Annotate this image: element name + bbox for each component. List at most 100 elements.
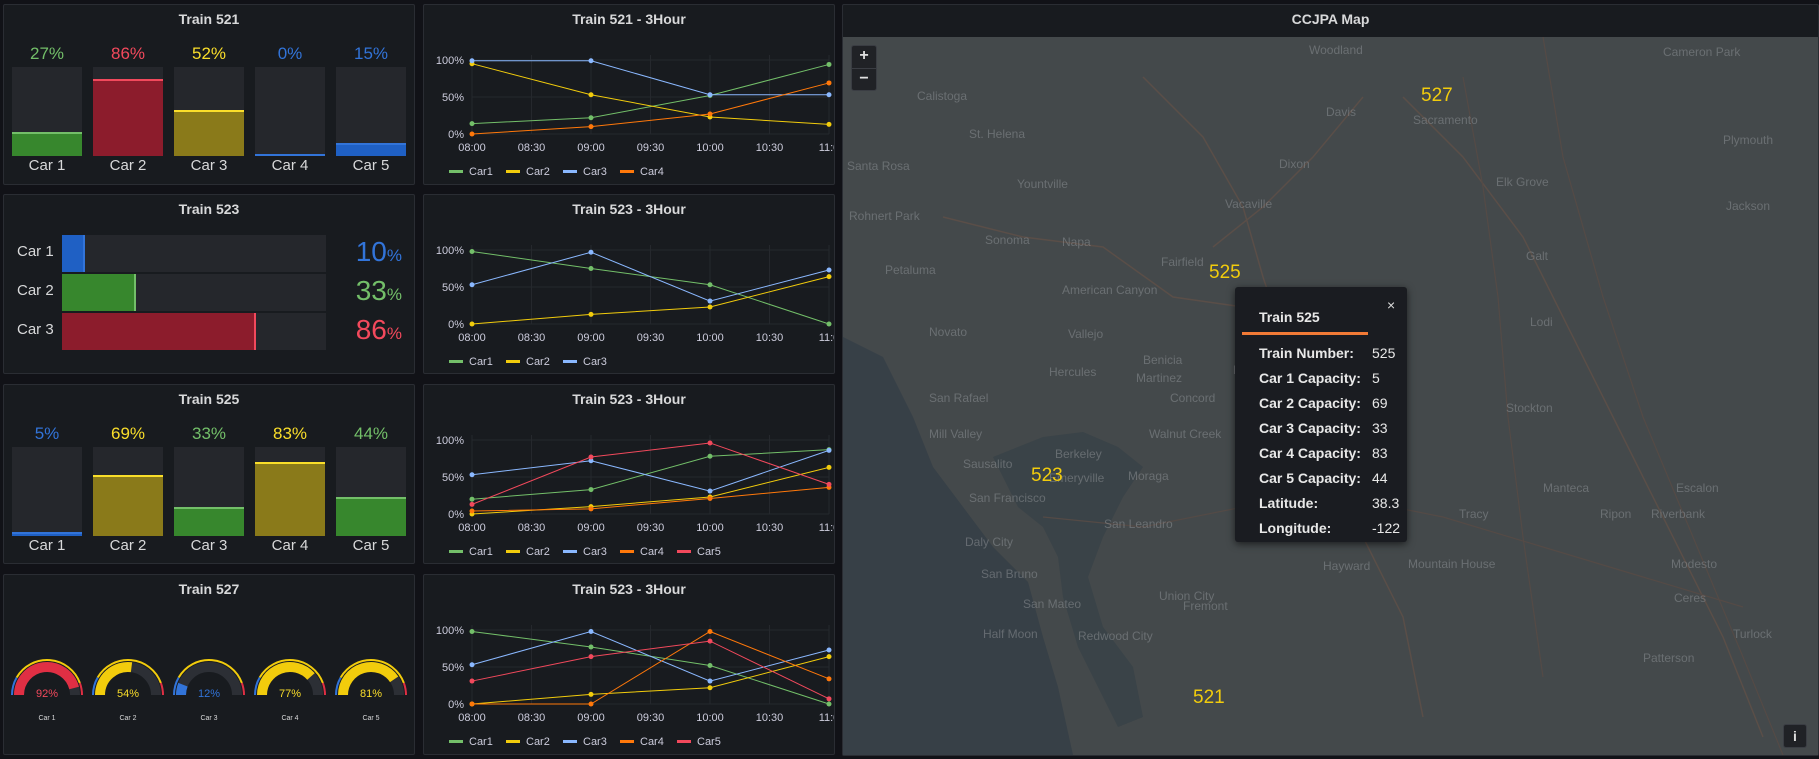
- legend-swatch: [449, 170, 463, 173]
- x-tick-label: 11:0: [819, 332, 835, 344]
- map-place-label: Escalon: [1676, 481, 1719, 495]
- map-place-label: San Rafael: [929, 391, 989, 405]
- map-place-label: Mill Valley: [929, 427, 983, 441]
- data-point: [707, 282, 713, 288]
- popup-field-value: 83: [1372, 445, 1388, 461]
- bar-fill: [174, 506, 244, 536]
- data-point: [826, 267, 832, 273]
- data-point: [469, 321, 475, 327]
- map-place-label: Concord: [1170, 391, 1216, 405]
- data-point: [826, 92, 832, 98]
- train-marker-523[interactable]: 523: [1031, 465, 1063, 487]
- x-tick-label: 09:30: [637, 142, 665, 154]
- bar-label: Car 3: [190, 157, 228, 174]
- legend-label[interactable]: Car5: [697, 736, 721, 748]
- bar-fill: [255, 154, 325, 156]
- panel-chart-523-3hour-b: Train 523 - 3Hour 100% 50% 0% 08:00 08:30 09:…: [423, 384, 835, 564]
- map-place-label: Yountville: [1017, 177, 1068, 191]
- legend-label[interactable]: Car3: [583, 356, 607, 368]
- map-place-label: Ceres: [1674, 591, 1707, 605]
- data-point: [469, 508, 475, 514]
- bar-track: [62, 274, 326, 311]
- map-info-button[interactable]: i: [1783, 724, 1807, 748]
- gauge-threshold: [78, 682, 83, 696]
- bar-fill: [255, 462, 325, 536]
- data-point: [826, 121, 832, 127]
- map-place-label: Lodi: [1530, 315, 1553, 329]
- gauge-threshold: [321, 682, 326, 696]
- data-point: [588, 691, 594, 697]
- x-tick-label: 08:30: [518, 522, 546, 534]
- legend-label[interactable]: Car2: [526, 166, 550, 178]
- panel-train-525: Train 525 5% Car 1 69% Car 2 33% Car 3 83% Car …: [3, 384, 415, 564]
- data-point: [826, 481, 832, 487]
- gauge-fill: [176, 682, 188, 696]
- data-point: [826, 676, 832, 682]
- y-tick-label: 50%: [442, 662, 464, 674]
- gauge-threshold: [402, 682, 407, 696]
- x-tick-label: 09:00: [577, 712, 605, 724]
- legend-label[interactable]: Car1: [469, 166, 493, 178]
- zoom-out-button[interactable]: −: [852, 69, 876, 91]
- gauge-label: Car 3: [200, 715, 217, 722]
- bar-track: [174, 447, 244, 536]
- legend-swatch: [620, 170, 634, 173]
- legend-label[interactable]: Car4: [640, 546, 664, 558]
- zoom-control: + −: [851, 45, 877, 91]
- legend-label[interactable]: Car5: [697, 546, 721, 558]
- x-tick-label: 10:30: [756, 522, 784, 534]
- map-place-label: Elk Grove: [1496, 175, 1549, 189]
- zoom-in-button[interactable]: +: [852, 46, 876, 69]
- x-tick-label: 09:30: [637, 522, 665, 534]
- popup-close-icon[interactable]: ×: [1387, 297, 1395, 313]
- bar-track: [12, 447, 82, 536]
- legend-label[interactable]: Car1: [469, 356, 493, 368]
- map-place-label: Novato: [929, 325, 968, 339]
- popup-field-value: -122: [1372, 520, 1401, 536]
- data-point: [826, 701, 832, 707]
- data-point: [588, 487, 594, 493]
- data-point: [707, 92, 713, 98]
- legend-label[interactable]: Car1: [469, 546, 493, 558]
- popup-title: Train 525: [1259, 309, 1320, 325]
- bar-value: 33%: [334, 275, 402, 307]
- legend-swatch: [563, 550, 577, 553]
- bar-value-number: 33: [355, 275, 387, 306]
- x-tick-label: 09:00: [577, 142, 605, 154]
- legend-label[interactable]: Car4: [640, 166, 664, 178]
- legend-label[interactable]: Car3: [583, 546, 607, 558]
- panel-title: CCJPA Map: [1291, 11, 1370, 27]
- legend-label[interactable]: Car2: [526, 356, 550, 368]
- bar-label: Car 4: [271, 537, 309, 554]
- y-tick-label: 50%: [442, 282, 464, 294]
- gauge-value: 92%: [36, 688, 58, 700]
- map-place-label: Fairfield: [1161, 255, 1204, 269]
- map-place-label: Ripon: [1600, 507, 1632, 521]
- map-place-label: San Mateo: [1023, 597, 1082, 611]
- legend-swatch: [506, 360, 520, 363]
- data-point: [588, 249, 594, 255]
- data-point: [588, 266, 594, 271]
- data-point: [826, 647, 832, 653]
- legend-label[interactable]: Car2: [526, 546, 550, 558]
- data-point: [707, 298, 713, 304]
- data-point: [588, 124, 594, 130]
- line-chart: 100% 50% 0%08:00 08:30 09:00 09:30 10:00 10:30 1…: [436, 435, 834, 558]
- data-point: [469, 472, 475, 478]
- data-point: [588, 628, 594, 634]
- data-point: [707, 453, 713, 459]
- legend-label[interactable]: Car1: [469, 736, 493, 748]
- legend-label[interactable]: Car3: [583, 736, 607, 748]
- legend-label[interactable]: Car2: [526, 736, 550, 748]
- bar-label: Car 2: [109, 537, 147, 554]
- legend-label[interactable]: Car3: [583, 166, 607, 178]
- train-marker-525[interactable]: 525: [1209, 262, 1241, 284]
- y-tick-label: 0%: [448, 509, 464, 521]
- legend-swatch: [449, 550, 463, 553]
- legend-label[interactable]: Car4: [640, 736, 664, 748]
- line-chart: 100% 50% 0%08:00 08:30 09:00 09:30 10:00 10:30 1…: [436, 625, 834, 748]
- bar-track: [12, 67, 82, 156]
- train-marker-527[interactable]: 527: [1421, 85, 1453, 107]
- train-marker-521[interactable]: 521: [1193, 687, 1225, 709]
- panel-chart-521-3hour: Train 521 - 3Hour 100% 50% 0% 08:00 08:30 09:…: [423, 4, 835, 185]
